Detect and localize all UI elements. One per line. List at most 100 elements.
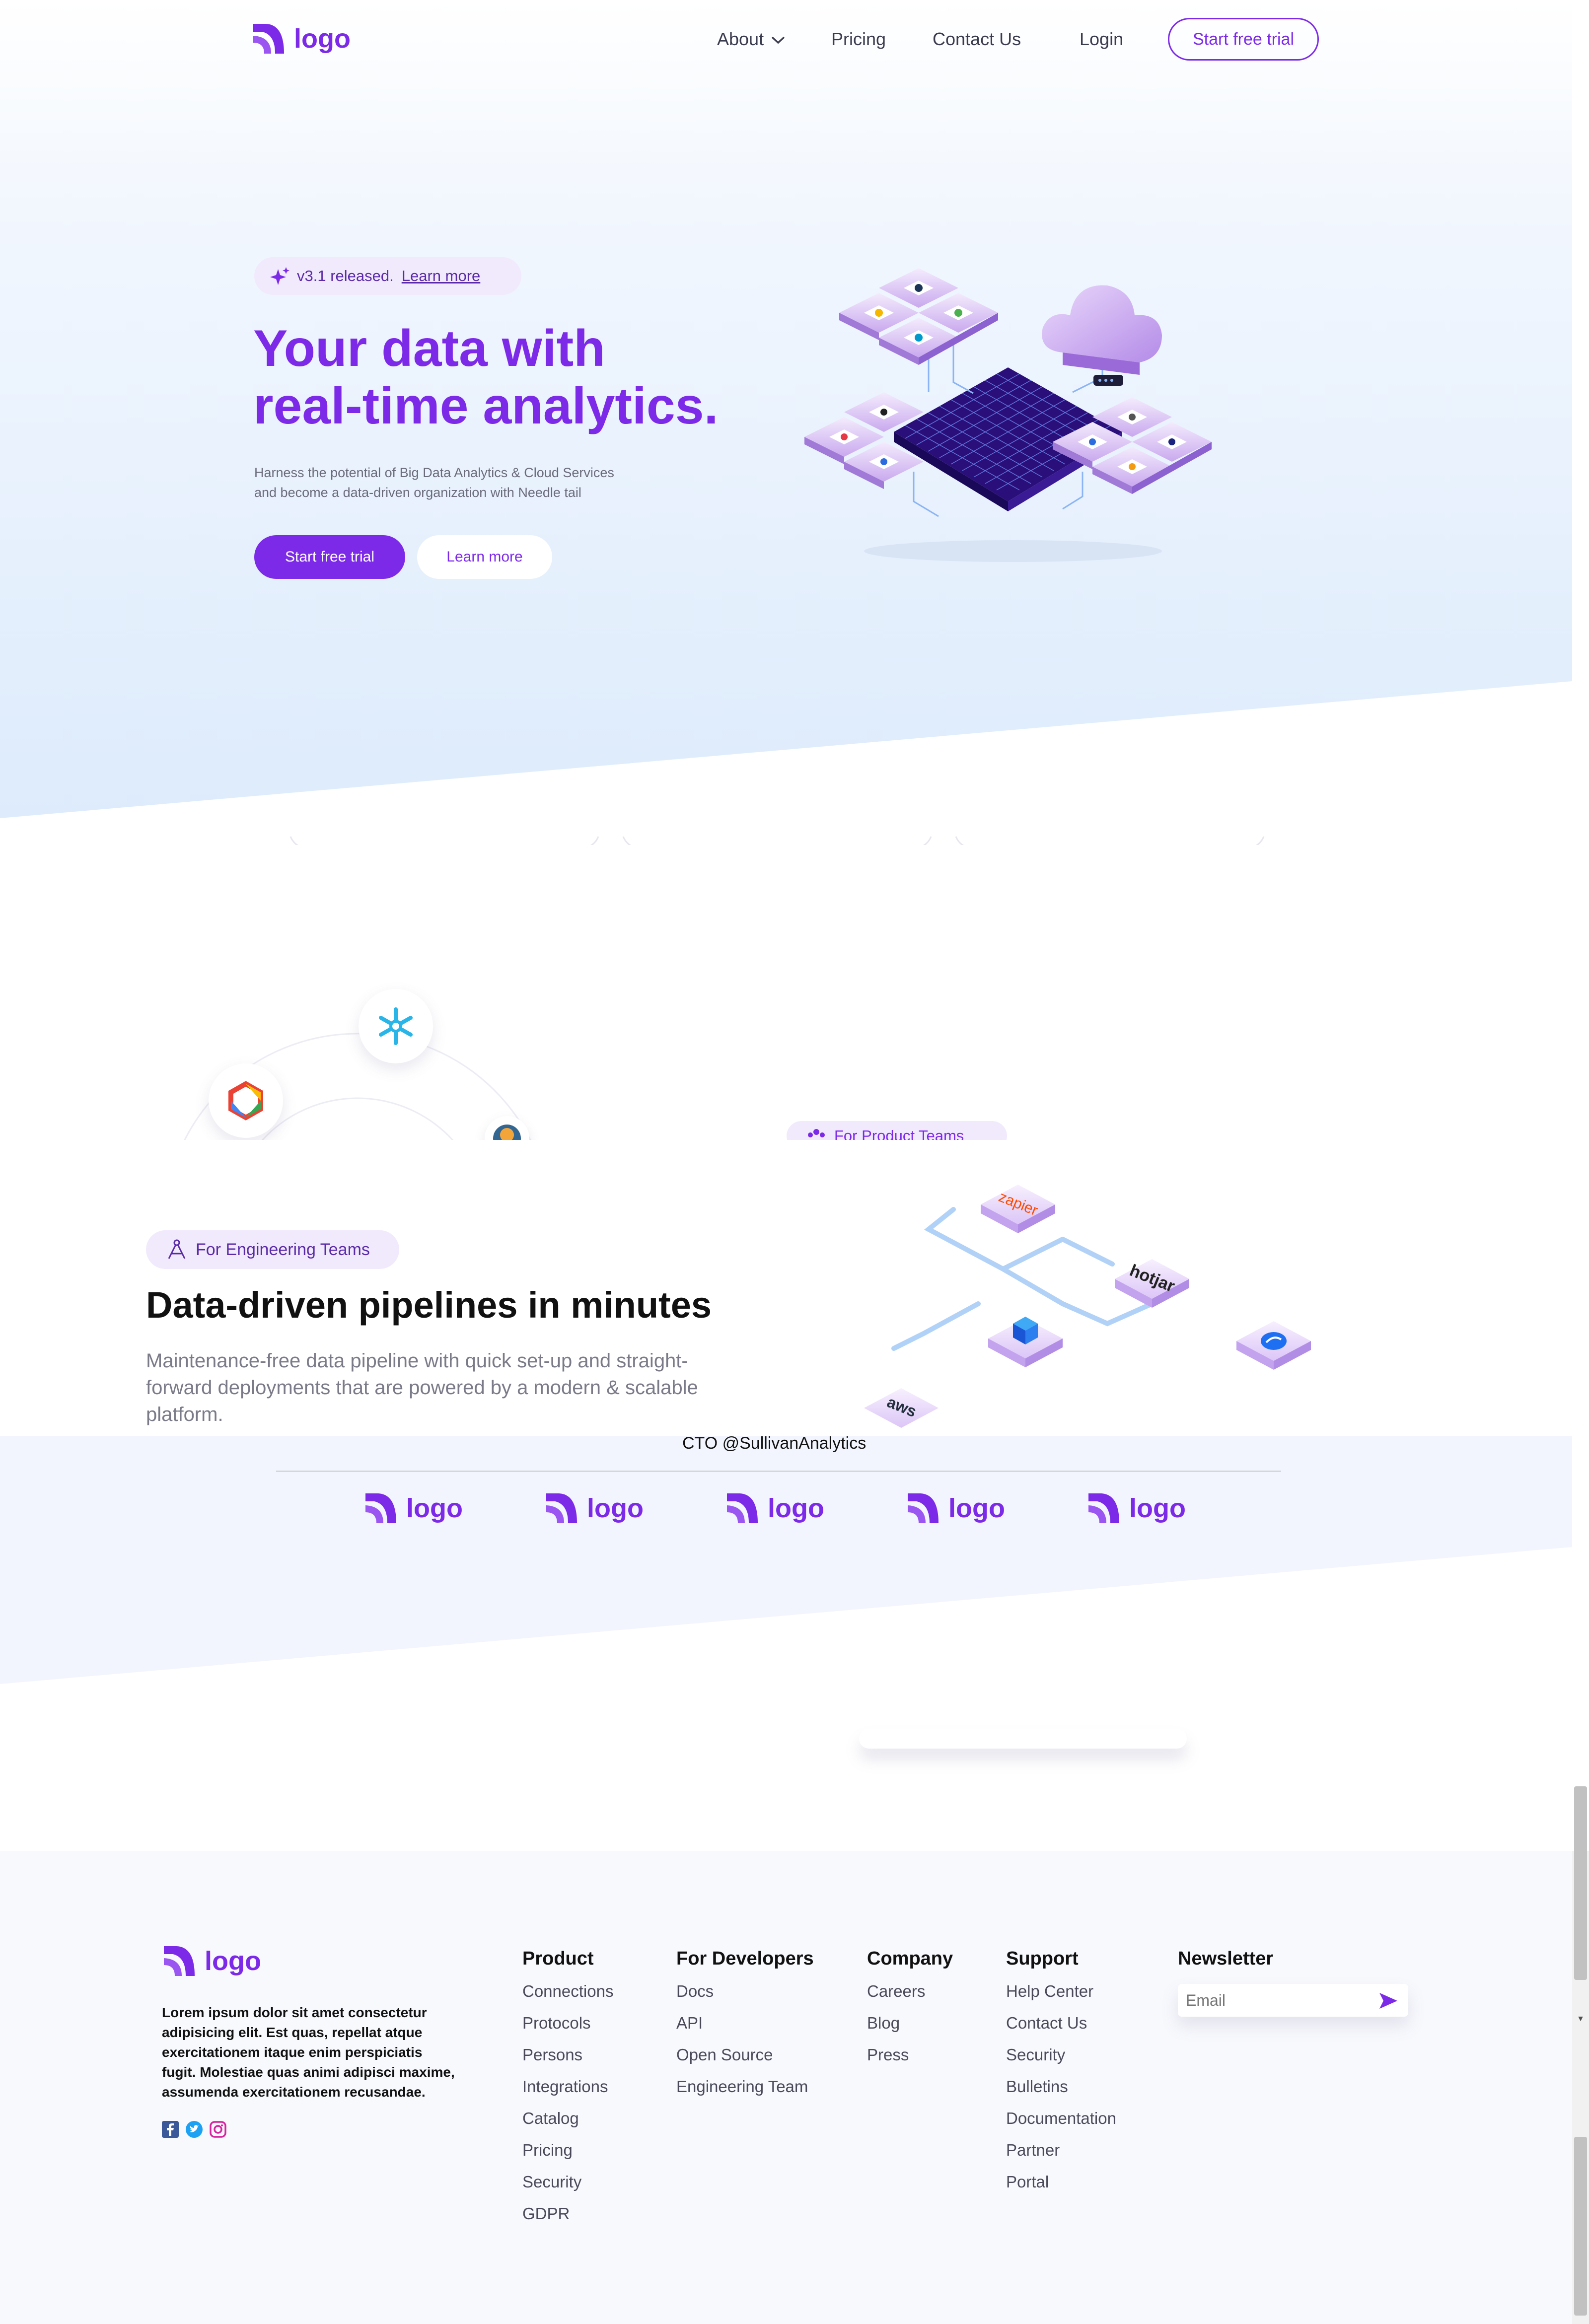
footer-about-line: assumenda exercitationem recusandae. xyxy=(162,2084,426,2100)
pipeline-illustration: zapier hotjar aws xyxy=(864,1185,1311,1428)
hero-title-line1: Your data with xyxy=(253,320,605,377)
release-learn-more-link[interactable]: Learn more xyxy=(402,267,481,285)
chevron-down-icon xyxy=(771,36,785,44)
customer-logo-text: logo xyxy=(948,1493,1005,1523)
hero-title: Your data with real-time analytics. xyxy=(253,320,718,435)
footer-logo-text: logo xyxy=(205,1946,261,1976)
footer-col-title-developers: For Developers xyxy=(676,1948,814,1969)
engineering-title: Data-driven pipelines in minutes xyxy=(146,1284,712,1326)
snowflake-integration xyxy=(359,989,433,1063)
footer-about-line: exercitationem itaque enim perspiciatis xyxy=(162,2044,423,2060)
google-cloud-integration xyxy=(209,1063,283,1138)
footer-about-line: adipisicing elit. Est quas, repellat atq… xyxy=(162,2025,423,2040)
logo-icon xyxy=(727,1493,758,1523)
hero-subtitle-line2: and become a data-driven organization wi… xyxy=(254,485,581,500)
engineering-teams-label: For Engineering Teams xyxy=(196,1240,370,1259)
integrations-orbit-section: For Product Teams ▼ xyxy=(0,845,1572,1140)
scrollbar-thumb-6[interactable] xyxy=(1574,2137,1587,2316)
customer-logo-text: logo xyxy=(768,1493,824,1523)
logo-icon xyxy=(253,24,284,54)
footer-link-security[interactable]: Security xyxy=(522,2173,581,2191)
send-icon[interactable] xyxy=(1377,1990,1399,2012)
product-teams-badge: For Product Teams xyxy=(787,1121,1007,1140)
engineering-teams-badge: For Engineering Teams xyxy=(146,1230,399,1269)
hero-start-trial-button[interactable]: Start free trial xyxy=(254,535,405,579)
nav-about-label: About xyxy=(717,29,764,49)
logo-icon xyxy=(1088,1493,1119,1523)
twitter-icon[interactable] xyxy=(186,2121,203,2138)
newsletter-form xyxy=(1178,1984,1408,2017)
instagram-icon[interactable] xyxy=(210,2121,226,2138)
hero-data-illustration xyxy=(804,268,1212,562)
nav-contact[interactable]: Contact Us xyxy=(933,29,1021,50)
footer-logo[interactable]: logo xyxy=(162,1943,261,1979)
customer-logo-5: logo xyxy=(1086,1490,1186,1526)
bigquery-icon xyxy=(228,1081,263,1121)
snowflake-icon xyxy=(379,1007,413,1045)
footer-link-open-source[interactable]: Open Source xyxy=(676,2045,773,2064)
hero-title-line2: real-time analytics. xyxy=(253,377,719,435)
testimonial-section: CTO @SullivanAnalytics logo logo logo lo… xyxy=(0,1436,1572,1851)
nav-pricing[interactable]: Pricing xyxy=(831,29,886,50)
footer-link-careers[interactable]: Careers xyxy=(867,1982,925,2001)
footer-link-documentation[interactable]: Documentation xyxy=(1006,2109,1116,2128)
footer-about-line: Lorem ipsum dolor sit amet consectetur xyxy=(162,2005,427,2020)
footer-link-catalog[interactable]: Catalog xyxy=(522,2109,579,2128)
footer-link-docs[interactable]: Docs xyxy=(676,1982,714,2001)
engineering-description: Maintenance-free data pipeline with quic… xyxy=(146,1347,698,1428)
customer-logo-1: logo xyxy=(363,1490,463,1526)
nav-login[interactable]: Login xyxy=(1080,29,1123,50)
footer-col-title-support: Support xyxy=(1006,1948,1079,1969)
footer-link-integrations[interactable]: Integrations xyxy=(522,2077,608,2096)
footer-link-pricing[interactable]: Pricing xyxy=(522,2141,573,2160)
facebook-icon[interactable] xyxy=(162,2121,179,2138)
logo-icon xyxy=(908,1493,939,1523)
footer-link-persons[interactable]: Persons xyxy=(522,2045,582,2064)
team-icon xyxy=(808,1129,825,1137)
footer-link-help-center[interactable]: Help Center xyxy=(1006,1982,1093,2001)
hero-subtitle-line1: Harness the potential of Big Data Analyt… xyxy=(254,465,614,480)
hero-background xyxy=(0,0,1572,845)
footer-link-blog[interactable]: Blog xyxy=(867,2014,900,2033)
customer-logo-2: logo xyxy=(544,1490,644,1526)
footer-link-contact-us[interactable]: Contact Us xyxy=(1006,2014,1087,2033)
footer-link-press[interactable]: Press xyxy=(867,2045,909,2064)
product-teams-label: For Product Teams xyxy=(834,1127,964,1140)
footer-col-title-company: Company xyxy=(867,1948,953,1969)
newsletter-title: Newsletter xyxy=(1178,1948,1274,1969)
hero-section: logo About Pricing Contact Us Login Star… xyxy=(0,0,1572,845)
footer-link-portal[interactable]: Portal xyxy=(1006,2173,1049,2191)
customer-logos: logo logo logo logo logo xyxy=(363,1490,1446,1530)
footer-link-bulletins[interactable]: Bulletins xyxy=(1006,2077,1068,2096)
nav-start-trial-button[interactable]: Start free trial xyxy=(1168,18,1319,61)
footer: logo Lorem ipsum dolor sit amet consecte… xyxy=(0,1786,1589,2324)
footer-about-text: Lorem ipsum dolor sit amet consectetur a… xyxy=(162,2003,455,2102)
engineering-desc-line1: Maintenance-free data pipeline with quic… xyxy=(146,1350,688,1372)
logo-icon xyxy=(365,1493,396,1523)
footer-link-gdpr[interactable]: GDPR xyxy=(522,2204,570,2223)
engineering-section: For Engineering Teams Data-driven pipeli… xyxy=(0,1140,1572,1436)
scrollbar-thumb-5[interactable] xyxy=(1574,1786,1587,1980)
postgres-integration xyxy=(485,1116,529,1140)
scroll-down-arrow-5[interactable]: ▼ xyxy=(1575,2014,1586,2025)
nav-about[interactable]: About xyxy=(717,29,786,50)
customer-logo-4: logo xyxy=(906,1490,1005,1526)
engineering-desc-line2: forward deployments that are powered by … xyxy=(146,1377,698,1399)
footer-link-protocols[interactable]: Protocols xyxy=(522,2014,591,2033)
release-badge: v3.1 released. Learn more xyxy=(254,257,521,295)
footer-col-title-product: Product xyxy=(522,1948,594,1969)
footer-link-partner[interactable]: Partner xyxy=(1006,2141,1060,2160)
hero-learn-more-button[interactable]: Learn more xyxy=(417,535,552,579)
footer-about-line: fugit. Molestiae quas animi adipisci max… xyxy=(162,2064,455,2080)
footer-link-security-support[interactable]: Security xyxy=(1006,2045,1065,2064)
header-logo[interactable]: logo xyxy=(251,20,365,58)
divider xyxy=(276,1471,1281,1472)
footer-link-connections[interactable]: Connections xyxy=(522,1982,613,2001)
compass-icon xyxy=(168,1239,186,1259)
newsletter-email-input[interactable] xyxy=(1185,1989,1366,2012)
engineering-desc-line3: platform. xyxy=(146,1404,223,1425)
customer-logo-3: logo xyxy=(725,1490,824,1526)
footer-link-engineering-team[interactable]: Engineering Team xyxy=(676,2077,808,2096)
logo-icon xyxy=(164,1946,195,1976)
footer-link-api[interactable]: API xyxy=(676,2014,703,2033)
